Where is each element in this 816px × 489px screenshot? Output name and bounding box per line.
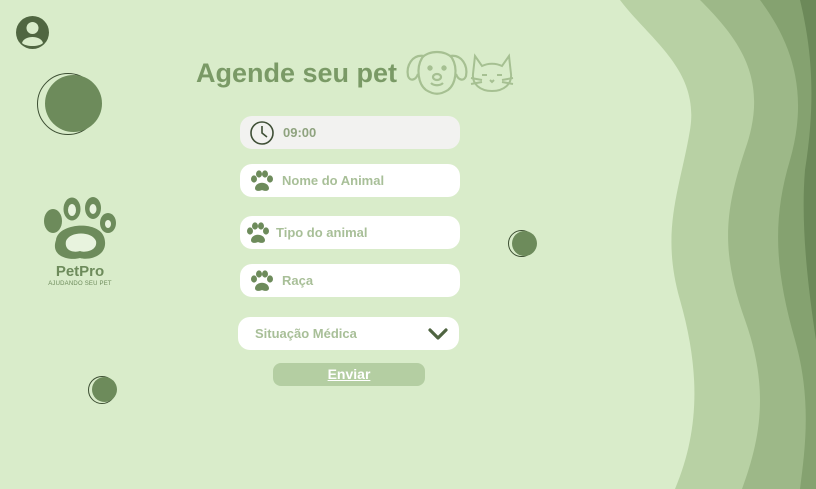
breed-field[interactable]: Raça [240,264,460,297]
medical-situation-select[interactable]: Situação Médica [238,317,459,350]
page-title: Agende seu pet [196,58,398,88]
medical-situation-value: Situação Médica [255,326,357,341]
paw-icon [250,269,274,292]
brand-tagline: AJUDANDO SEU PET [48,281,112,287]
decorative-circle [92,377,117,402]
animal-type-field[interactable]: Tipo do animal [240,216,460,249]
profile-icon[interactable] [15,15,50,50]
animal-type-placeholder: Tipo do animal [276,225,368,240]
chevron-down-icon[interactable] [428,327,448,341]
paw-logo-icon [44,196,116,259]
animal-name-field[interactable]: Nome do Animal [240,164,460,197]
decorative-circle [512,231,537,256]
cat-face-icon [470,52,514,94]
petpro-logo: PetPro AJUDANDO SEU PET [38,195,122,295]
time-value: 09:00 [283,125,317,140]
time-field[interactable]: 09:00 [240,116,460,149]
dog-face-icon [404,48,470,96]
paw-icon [246,221,270,244]
breed-placeholder: Raça [282,273,314,288]
paw-icon [250,169,274,192]
brand-name: PetPro [55,263,105,280]
decorative-circle [45,75,102,132]
submit-button[interactable]: Enviar [273,363,425,386]
clock-icon [249,120,275,146]
animal-name-placeholder: Nome do Animal [282,173,385,188]
